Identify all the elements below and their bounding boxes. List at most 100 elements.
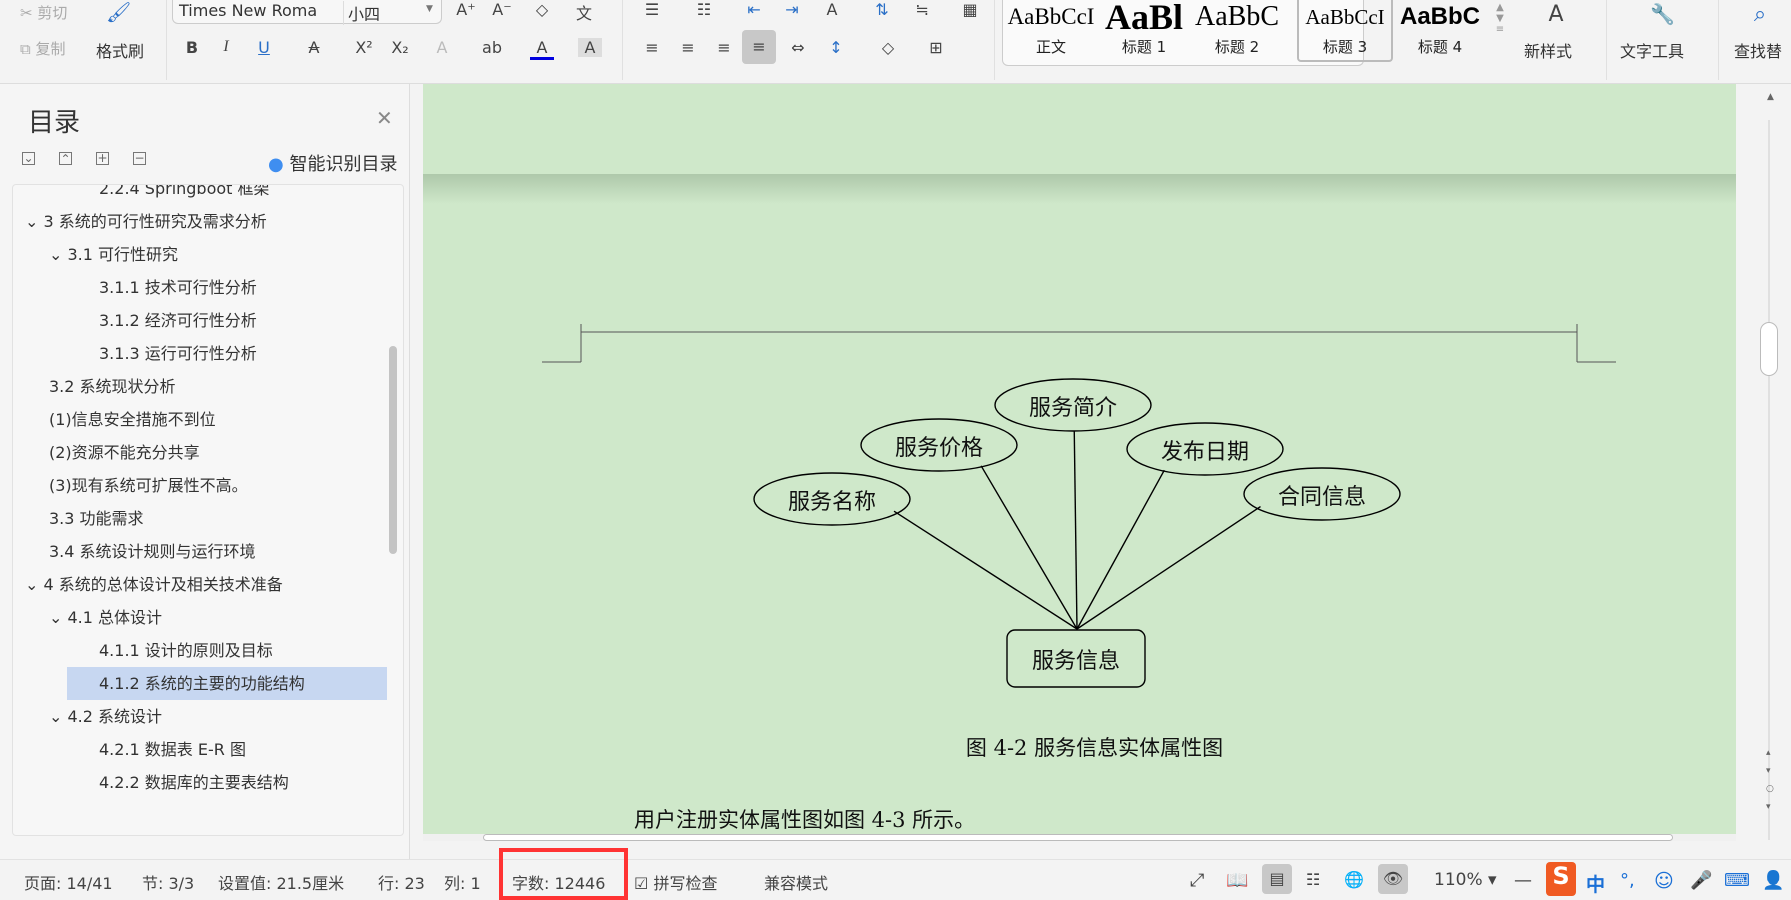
gallery-scroll-icon[interactable]: ▲ ▼ ≡ — [1488, 2, 1512, 35]
chevron-down-icon[interactable]: ⌄ — [25, 575, 44, 594]
bullets-icon[interactable]: ☰ — [640, 0, 664, 19]
bold-icon[interactable]: B — [180, 38, 204, 57]
chevron-down-icon[interactable]: ▼ — [426, 4, 433, 14]
font-color-icon[interactable]: A — [530, 38, 554, 60]
font-size-select[interactable]: 小四 — [343, 1, 380, 25]
toc-item[interactable]: (3)现有系统可扩展性不高。 — [13, 469, 388, 502]
text-effect-icon[interactable]: A — [430, 38, 454, 57]
toc-item[interactable]: ⌄ 4 系统的总体设计及相关技术准备 — [13, 568, 388, 601]
keyboard-icon[interactable]: ⌨ — [1724, 870, 1750, 891]
toc-item[interactable]: 3.1.2 经济可行性分析 — [13, 304, 388, 337]
copy-button[interactable]: ⧉ 复制 — [20, 38, 66, 59]
italic-icon[interactable]: I — [214, 38, 238, 56]
zoom-out-icon[interactable]: — — [1514, 870, 1532, 891]
find-replace-button[interactable]: 查找替 — [1734, 38, 1782, 62]
numbering-icon[interactable]: ☷ — [692, 0, 716, 19]
shading-icon[interactable]: ◇ — [876, 38, 900, 57]
toc-item[interactable]: ⌄ 3.1 可行性研究 — [13, 238, 388, 271]
char-shading-icon[interactable]: A — [578, 38, 602, 57]
style-heading-3[interactable]: AaBbCcI 标题 3 — [1297, 0, 1393, 62]
chevron-down-icon[interactable]: ⌄ — [49, 608, 68, 627]
align-right-icon[interactable]: ≡ — [712, 38, 736, 57]
highlight-icon[interactable]: ab — [480, 38, 504, 57]
toc-item[interactable]: 4.1.2 系统的主要的功能结构 — [67, 667, 387, 700]
format-painter-icon[interactable]: 🖌 — [106, 0, 131, 24]
collapse-all-icon[interactable]: ⌃ — [59, 152, 72, 166]
sort-icon[interactable]: ⇅ — [870, 0, 894, 19]
eye-protection-icon[interactable]: 👁 — [1378, 864, 1408, 894]
toc-item[interactable]: 2.2.4 Springboot 框架 — [13, 185, 388, 205]
align-left-icon[interactable]: ≡ — [640, 38, 664, 57]
eraser-icon[interactable]: ◇ — [530, 0, 554, 19]
toc-item[interactable]: 3.1.3 运行可行性分析 — [13, 337, 388, 370]
toc-item[interactable]: 4.2.2 数据库的主要表结构 — [13, 766, 388, 799]
line-spacing-icon[interactable]: ↕ — [824, 38, 848, 57]
table-icon[interactable]: ▦ — [958, 0, 982, 19]
char-scale-icon[interactable]: A — [820, 0, 844, 19]
reading-view-icon[interactable]: 📖 — [1226, 870, 1248, 891]
chevron-down-icon[interactable]: ⌄ — [49, 707, 68, 726]
new-style-button[interactable]: 新样式 — [1524, 38, 1572, 62]
close-icon[interactable]: ✕ — [376, 106, 393, 130]
scroll-up-icon[interactable]: ▲ — [1767, 92, 1774, 102]
phonetic-icon[interactable]: 文 — [572, 0, 596, 24]
format-painter-button[interactable]: 格式刷 — [96, 38, 144, 62]
underline-icon[interactable]: U — [252, 38, 276, 57]
style-heading-4[interactable]: AaBbC 标题 4 — [1392, 0, 1488, 62]
toc-item[interactable]: ⌄ 3 系统的可行性研究及需求分析 — [13, 205, 388, 238]
toc-item[interactable]: 3.2 系统现状分析 — [13, 370, 388, 403]
page-indicator[interactable]: 页面: 14/41 — [24, 870, 113, 894]
text-tools-button[interactable]: 文字工具 — [1620, 38, 1684, 62]
user-icon[interactable]: 👤 — [1762, 870, 1784, 891]
sogou-ime-icon[interactable]: S — [1546, 862, 1576, 896]
spell-check-button[interactable]: ☑ 拼写检查 — [634, 870, 717, 894]
style-heading-2[interactable]: AaBbC 标题 2 — [1189, 0, 1285, 62]
horizontal-scrollbar[interactable] — [423, 834, 1736, 841]
page-nav-icons[interactable]: ▴ ▾ ○ ▾ — [1766, 744, 1774, 816]
toc-item[interactable]: (2)资源不能充分共享 — [13, 436, 388, 469]
toc-item[interactable]: 4.1.1 设计的原则及目标 — [13, 634, 388, 667]
style-normal[interactable]: AaBbCcI 正文 — [1003, 0, 1099, 62]
emoji-icon[interactable]: ☺ — [1654, 870, 1674, 892]
increase-indent-icon[interactable]: ⇥ — [780, 0, 804, 19]
chevron-down-icon[interactable]: ⌄ — [49, 245, 68, 264]
smart-toc-button[interactable]: ● 智能识别目录 — [268, 150, 397, 176]
toc-item[interactable]: 3.1.1 技术可行性分析 — [13, 271, 388, 304]
toc-item[interactable]: 4.2.1 数据表 E-R 图 — [13, 733, 388, 766]
scroll-thumb[interactable] — [1760, 322, 1778, 376]
toc-scrollbar[interactable] — [389, 346, 397, 554]
fullscreen-icon[interactable]: ⤢ — [1190, 870, 1204, 891]
font-name-select[interactable]: Times New Roma — [179, 1, 317, 20]
word-count[interactable]: 字数: 12446 — [512, 870, 605, 894]
toc-item[interactable]: ⌄ 4.2 系统设计 — [13, 700, 388, 733]
toc-item[interactable]: 3.4 系统设计规则与运行环境 — [13, 535, 388, 568]
web-view-icon[interactable]: 🌐 — [1344, 870, 1364, 889]
toc-item[interactable]: ⌄ 4.1 总体设计 — [13, 601, 388, 634]
decrease-indent-icon[interactable]: ⇤ — [742, 0, 766, 19]
strikethrough-icon[interactable]: A — [302, 38, 326, 57]
chevron-down-icon[interactable]: ⌄ — [25, 212, 44, 231]
justify-icon[interactable]: ≡ — [742, 30, 776, 64]
page-view-icon[interactable]: ▤ — [1262, 864, 1292, 894]
demote-icon[interactable]: − — [133, 152, 146, 165]
line-break-icon[interactable]: ≒ — [910, 0, 934, 19]
toc-item[interactable]: 3.3 功能需求 — [13, 502, 388, 535]
expand-all-icon[interactable]: ⌄ — [22, 152, 35, 165]
superscript-icon[interactable]: X² — [352, 38, 376, 57]
toc-item[interactable]: (1)信息安全措施不到位 — [13, 403, 388, 436]
borders-icon[interactable]: ⊞ — [924, 38, 948, 57]
shrink-font-icon[interactable]: A⁻ — [490, 0, 514, 19]
style-heading-1[interactable]: AaBl 标题 1 — [1099, 0, 1189, 62]
subscript-icon[interactable]: X₂ — [388, 38, 412, 57]
punctuation-icon[interactable]: °, — [1620, 870, 1635, 891]
align-center-icon[interactable]: ≡ — [676, 38, 700, 57]
grow-font-icon[interactable]: A⁺ — [454, 0, 478, 19]
promote-icon[interactable]: + — [96, 152, 109, 165]
cut-button[interactable]: ✂ 剪切 — [20, 2, 67, 23]
zoom-level[interactable]: 110% ▾ — [1434, 870, 1497, 890]
ime-mode[interactable]: 中 — [1586, 870, 1605, 897]
distribute-icon[interactable]: ⇔ — [786, 38, 810, 57]
outline-view-icon[interactable]: ☷ — [1306, 870, 1320, 889]
vertical-scrollbar[interactable]: ▲ ▴ ▾ ○ ▾ — [1736, 84, 1791, 859]
microphone-icon[interactable]: 🎤 — [1690, 870, 1712, 891]
